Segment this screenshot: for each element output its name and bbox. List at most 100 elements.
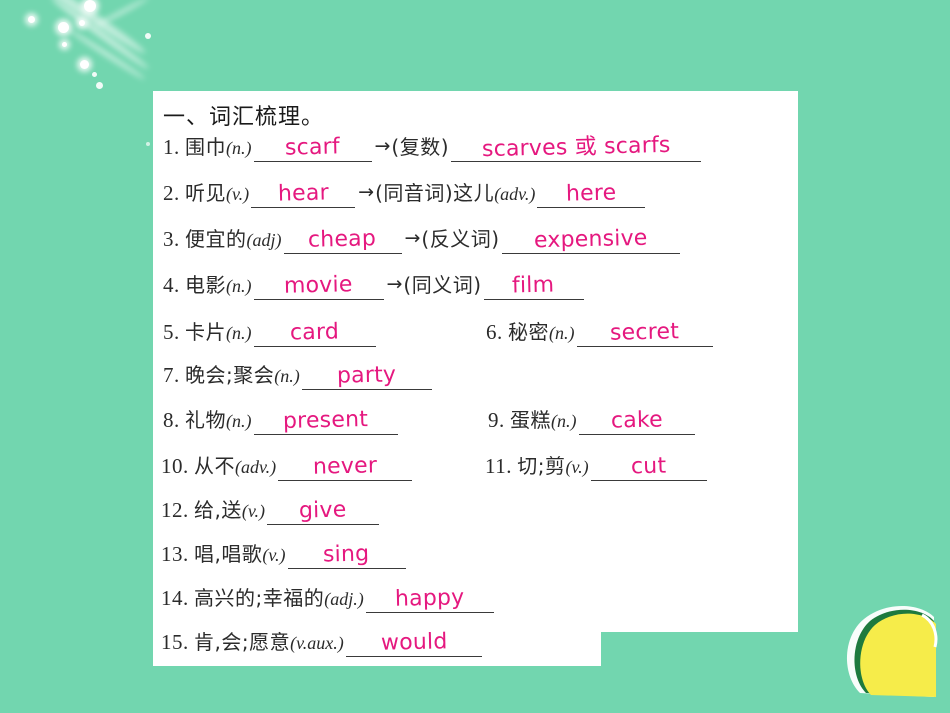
vocab-row-9: 9. 蛋糕(n.) cake — [488, 407, 697, 435]
item-number: 10. — [161, 454, 189, 478]
leaf-decoration — [846, 606, 938, 697]
item-relation: (同义词) — [403, 273, 482, 297]
item-relation: (复数) — [391, 135, 450, 159]
item-pos: (v.) — [565, 457, 589, 477]
answer-text: movie — [283, 272, 354, 299]
item-number: 8. — [163, 408, 180, 432]
answer-blank-2[interactable]: expensive — [501, 225, 680, 254]
item-pos: (adj.) — [324, 589, 364, 609]
item-pos: (adj) — [246, 230, 282, 250]
answer-text-2: here — [565, 180, 617, 207]
item-relation: (反义词) — [421, 227, 500, 251]
item-prompt: 给,送 — [194, 498, 242, 522]
item-pos: (adv.) — [235, 457, 277, 477]
vocab-row-6: 6. 秘密(n.) secret — [486, 319, 715, 347]
answer-blank[interactable]: scarf — [253, 134, 372, 162]
answer-blank[interactable]: hear — [251, 180, 356, 208]
vocab-row-11: 11. 切;剪(v.) cut — [485, 454, 709, 481]
item-pos: (n.) — [226, 138, 252, 158]
answer-text: sing — [323, 541, 370, 568]
answer-text-2: film — [512, 272, 555, 299]
answer-blank[interactable]: cheap — [283, 226, 402, 254]
item-number: 12. — [161, 498, 189, 522]
item-prompt: 礼物 — [185, 408, 226, 432]
vocab-row-7: 7. 晚会;聚会(n.) party — [163, 362, 434, 390]
vocab-row-5: 5. 卡片(n.) card — [163, 319, 378, 347]
item-number: 5. — [163, 320, 180, 344]
answer-text: cheap — [308, 226, 377, 253]
item-pos: (n.) — [226, 411, 252, 431]
vocab-row-4: 4. 电影(n.) movie →(同义词) film — [163, 272, 586, 300]
accent-dot — [146, 142, 150, 146]
answer-text: scarf — [284, 134, 341, 161]
item-pos: (n.) — [549, 323, 575, 343]
answer-blank[interactable]: secret — [576, 319, 713, 347]
arrow-icon: → — [374, 135, 391, 157]
item-number: 9. — [488, 408, 505, 432]
item-prompt: 听见 — [185, 181, 226, 205]
item-pos: (v.) — [262, 545, 286, 565]
answer-text-2: scarves 或 scarfs — [481, 132, 671, 163]
vocab-row-2: 2. 听见(v.) hear →(同音词)这儿(adv.) here — [163, 180, 647, 208]
answer-blank[interactable]: never — [278, 453, 413, 481]
item-number: 14. — [161, 586, 189, 610]
answer-text: give — [299, 497, 348, 524]
arrow-icon: → — [358, 181, 375, 203]
item-prompt: 秘密 — [508, 320, 549, 344]
item-pos: (n.) — [226, 323, 252, 343]
answer-blank[interactable]: party — [301, 362, 432, 390]
vocab-row-13: 13. 唱,唱歌(v.) sing — [161, 541, 408, 569]
worksheet-content: 一、词汇梳理。 1. 围巾(n.) scarf →(复数) scarves 或 sca… — [153, 91, 853, 671]
item-number: 2. — [163, 181, 180, 205]
item-number: 6. — [486, 320, 503, 344]
answer-blank[interactable]: card — [253, 319, 376, 347]
answer-blank-2[interactable]: film — [483, 272, 584, 300]
answer-blank[interactable]: cut — [590, 454, 707, 481]
item-number: 1. — [163, 135, 180, 159]
arrow-icon: → — [386, 273, 403, 295]
item-number: 4. — [163, 273, 180, 297]
answer-blank[interactable]: give — [267, 497, 380, 525]
answer-blank[interactable]: present — [253, 407, 398, 435]
answer-text: would — [380, 629, 448, 656]
item-prompt: 唱,唱歌 — [194, 542, 263, 566]
answer-blank[interactable]: sing — [287, 541, 406, 569]
item-prompt: 从不 — [194, 454, 235, 478]
answer-text: present — [282, 407, 369, 434]
arrow-icon: → — [404, 227, 421, 249]
item-number: 15. — [161, 630, 189, 654]
item-pos: (n.) — [274, 366, 300, 386]
answer-text: hear — [277, 180, 329, 207]
item-pos: (n.) — [551, 411, 577, 431]
answer-blank-2[interactable]: scarves 或 scarfs — [451, 132, 702, 163]
answer-text: party — [336, 362, 397, 389]
item-prompt: 卡片 — [185, 320, 226, 344]
item-number: 11. — [485, 454, 512, 478]
item-pos: (v.) — [226, 184, 250, 204]
answer-blank-2[interactable]: here — [537, 180, 646, 208]
item-number: 7. — [163, 363, 180, 387]
answer-text: card — [289, 319, 340, 346]
vocab-row-14: 14. 高兴的;幸福的(adj.) happy — [161, 585, 496, 613]
item-pos: (v.) — [241, 501, 266, 521]
vocab-row-1: 1. 围巾(n.) scarf →(复数) scarves 或 scarfs — [163, 132, 703, 163]
item-prompt: 围巾 — [185, 135, 226, 159]
answer-blank[interactable]: cake — [578, 407, 695, 435]
item-prompt: 便宜的 — [185, 227, 247, 251]
item-pos-2: (adv.) — [494, 184, 536, 204]
vocab-row-10: 10. 从不(adv.) never — [161, 453, 414, 481]
answer-text: never — [312, 453, 378, 480]
answer-blank[interactable]: happy — [365, 585, 494, 613]
vocab-row-3: 3. 便宜的(adj) cheap →(反义词) expensive — [163, 225, 682, 254]
answer-blank[interactable]: would — [345, 629, 482, 657]
item-number: 3. — [163, 227, 180, 251]
answer-text: cake — [610, 407, 663, 434]
answer-text: happy — [394, 585, 465, 612]
item-prompt: 高兴的;幸福的 — [194, 586, 325, 610]
answer-blank[interactable]: movie — [253, 272, 384, 300]
vocab-row-12: 12. 给,送(v.) give — [161, 497, 381, 525]
item-prompt: 肯,会;愿意 — [194, 630, 291, 654]
item-prompt: 切;剪 — [517, 454, 566, 478]
item-pos: (v.aux.) — [290, 633, 344, 653]
answer-text-2: expensive — [533, 225, 648, 254]
